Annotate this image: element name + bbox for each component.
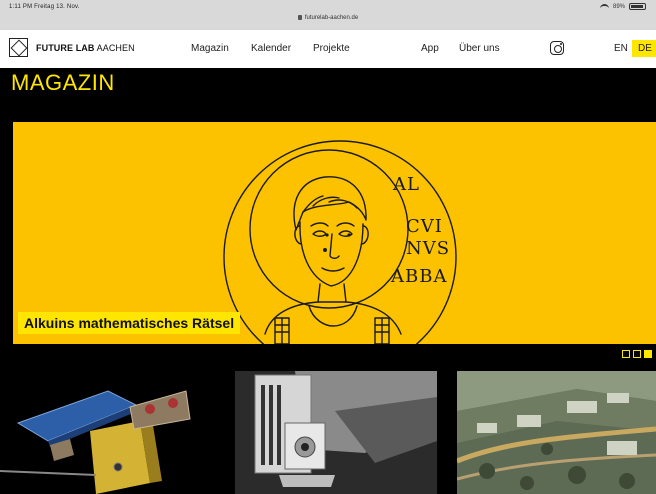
address-bar[interactable]: futurelab-aachen.de <box>0 15 656 21</box>
nav-item-ueber-uns[interactable]: Über uns <box>459 43 500 54</box>
nav-item-projekte[interactable]: Projekte <box>313 43 350 54</box>
article-thumbnail-instrument[interactable] <box>235 371 437 494</box>
alcuin-illustration: AL CVI NVS ABBA <box>223 140 457 344</box>
article-thumbnail-satellite[interactable] <box>0 371 215 494</box>
logo-mark-icon <box>9 38 28 57</box>
hero-caption[interactable]: Alkuins mathematisches Rätsel <box>18 312 241 334</box>
inscription-line-2: CVI <box>406 216 443 237</box>
url-text: futurelab-aachen.de <box>304 15 359 21</box>
halo-circle <box>249 149 409 309</box>
status-indicators: 89% <box>599 3 646 10</box>
carousel-dot-1[interactable] <box>622 350 630 358</box>
carousel-indicators <box>622 350 652 358</box>
carousel-dot-2[interactable] <box>633 350 641 358</box>
hero-slide[interactable]: AL CVI NVS ABBA Alkuins mathematisches R… <box>13 122 656 344</box>
language-de[interactable]: DE <box>632 40 656 57</box>
carousel-dot-3-active[interactable] <box>644 350 652 358</box>
wifi-icon <box>599 3 609 10</box>
satellite-image <box>0 371 215 494</box>
battery-icon <box>629 3 646 10</box>
nav-item-kalender[interactable]: Kalender <box>251 43 291 54</box>
instagram-icon[interactable] <box>550 41 564 55</box>
site-header: FUTURE LAB AACHEN Magazin Kalender Proje… <box>0 30 656 68</box>
site-logo[interactable]: FUTURE LAB AACHEN <box>9 38 135 57</box>
nav-item-magazin[interactable]: Magazin <box>191 43 229 54</box>
page-title: MAGAZIN <box>11 70 115 95</box>
inscription-line-4: ABBA <box>390 266 447 287</box>
status-time: 1:11 PM Freitag 13. Nov. <box>9 4 80 10</box>
inscription-line-3: NVS <box>406 238 450 259</box>
lock-icon <box>297 15 302 20</box>
logo-text: FUTURE LAB AACHEN <box>36 42 135 53</box>
battery-percent: 89% <box>612 3 625 10</box>
nav-item-app[interactable]: App <box>421 43 439 54</box>
inscription-line-1: AL <box>392 174 420 195</box>
instrument-image <box>235 371 437 494</box>
language-en[interactable]: EN <box>608 40 634 57</box>
ios-status-bar: 1:11 PM Freitag 13. Nov. futurelab-aache… <box>0 0 656 30</box>
aerial-city-image <box>457 371 656 494</box>
article-thumbnail-aerial-city[interactable] <box>457 371 656 494</box>
